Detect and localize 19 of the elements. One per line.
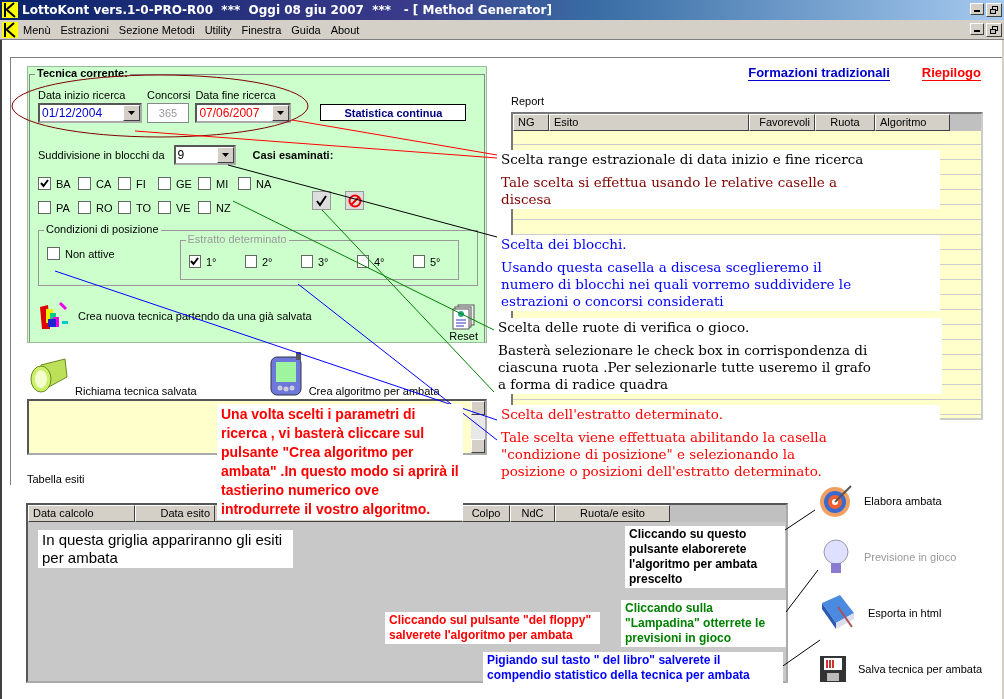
annotation-tooltip: Pigiando sul tasto " del libro" salverete il compendio statistico della tecnica per ambata bbox=[483, 652, 783, 684]
annotation-tooltip: Una volta scelti i parametri di ricerca , vi basterà cliccare sul pulsante "Crea algoritmo per ambata" .In questo modo si aprirà il tastierino numerico ove introdurrete il vostro algoritmo. bbox=[217, 404, 463, 520]
window-title: LottoKont vers.1-0-PRO-R00 *** Oggi 08 giu 2007 *** - [ Method Generator] bbox=[22, 3, 552, 17]
section-label: Casi esaminati: bbox=[252, 149, 334, 161]
annotation-tooltip: Basterà selezionare le check box in corrispondenza di ciascuna ruota .Per selezionarle tutte useremo il grafo a forma di radice quadra bbox=[494, 337, 942, 394]
field-label: Data inizio ricerca bbox=[38, 89, 127, 101]
group-title: Condizioni di posizione bbox=[44, 223, 161, 235]
field-label: Suddivisione in blocchi da bbox=[38, 149, 165, 161]
group-title: Tecnica corrente: bbox=[35, 67, 130, 79]
annotation-tooltip: Cliccando sul pulsante "del floppy" salverete l'algoritmo per ambata bbox=[385, 612, 600, 644]
field-label: Concorsi bbox=[147, 89, 191, 101]
field-label: Data fine ricerca bbox=[195, 89, 277, 101]
results-table-label: Tabella esiti bbox=[27, 473, 86, 485]
draws-count-field: 365 bbox=[147, 103, 189, 123]
annotation-tooltip: In questa griglia appariranno gli esiti per ambata bbox=[38, 530, 293, 568]
annotation-tooltip: Cliccando sulla "Lampadina" otterrete le previsioni in gioco bbox=[621, 600, 786, 647]
group-title: Estratto determinato bbox=[185, 233, 289, 245]
annotation-tooltip: Cliccando su questo pulsante elaborerete l'algoritmo per ambata prescelto bbox=[625, 526, 785, 588]
report-label: Report bbox=[511, 95, 546, 107]
